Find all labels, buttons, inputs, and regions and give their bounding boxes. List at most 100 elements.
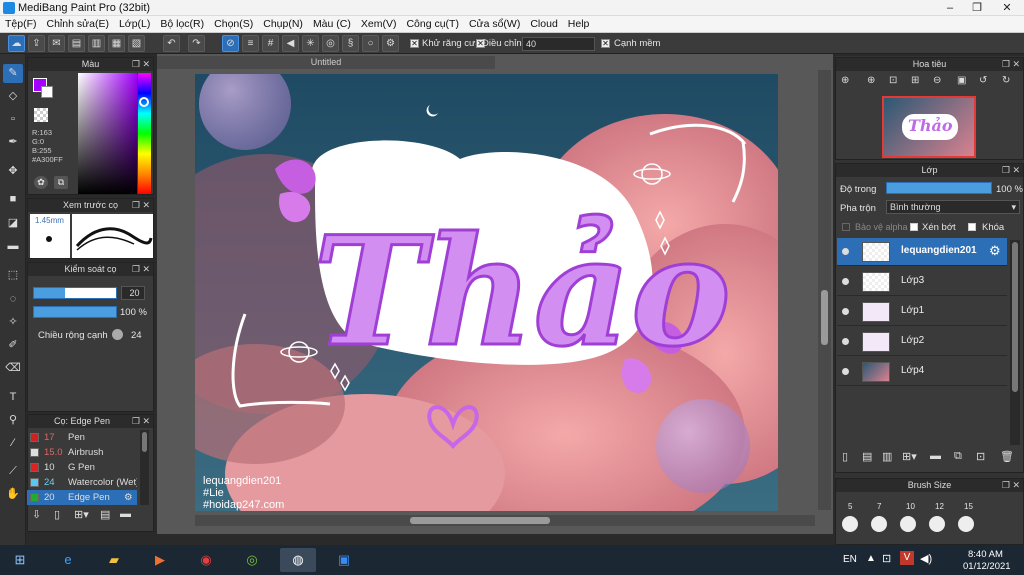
canvas-horizontal-scrollbar[interactable] xyxy=(195,515,815,526)
eye-icon[interactable] xyxy=(842,278,849,285)
gear-icon[interactable]: ⚙ xyxy=(989,243,1001,259)
snap-ellipse-icon[interactable]: ○ xyxy=(362,35,379,52)
eye-icon[interactable] xyxy=(842,308,849,315)
color-swap-icon[interactable]: ⧉ xyxy=(54,176,68,189)
antialias-checkbox[interactable]: ✕ xyxy=(410,39,419,48)
close-button[interactable]: ✕ xyxy=(992,0,1022,16)
actual-size-icon[interactable]: ⊞ xyxy=(911,75,919,86)
brush-item[interactable]: 24 Watercolor (Wet) xyxy=(27,475,137,490)
soft-edge-checkbox[interactable]: ✕ xyxy=(601,39,610,48)
zoom-reset-icon[interactable]: ⊖ xyxy=(933,75,941,86)
select-rect-icon[interactable]: ⬚ xyxy=(3,266,23,285)
transparent-swatch[interactable] xyxy=(34,108,48,122)
eye-icon[interactable] xyxy=(842,338,849,345)
panel-close-icon[interactable]: ❐ ✕ xyxy=(132,415,150,428)
menu-layer[interactable]: Lớp(L) xyxy=(114,16,155,33)
select-pen-icon[interactable]: ✐ xyxy=(3,336,23,355)
add-brush-icon[interactable]: ⊞▾ xyxy=(74,508,89,521)
brush-size-dot[interactable] xyxy=(929,516,945,532)
folder-icon[interactable]: ▬ xyxy=(930,450,941,462)
layer-row[interactable]: lequangdien201 ⚙ xyxy=(837,238,1007,266)
menu-help[interactable]: Help xyxy=(563,16,595,33)
coc-coc-icon[interactable]: ◎ xyxy=(234,548,270,572)
text-tool-icon[interactable]: T xyxy=(3,388,23,407)
redo-button[interactable]: ↷ xyxy=(188,35,205,52)
panel-close-icon[interactable]: ❐ ✕ xyxy=(1002,58,1020,71)
maximize-button[interactable]: ❐ xyxy=(962,0,992,16)
rotate-right-icon[interactable]: ↻ xyxy=(1002,75,1010,86)
menu-color[interactable]: Màu (C) xyxy=(308,16,356,33)
navigator-thumbnail[interactable]: Thảo xyxy=(882,96,976,158)
lasso-tool-icon[interactable]: ◌ xyxy=(3,290,23,309)
hand-tool-icon[interactable]: ✋ xyxy=(3,485,23,504)
move-tool-icon[interactable]: ✥ xyxy=(3,162,23,181)
volume-icon[interactable]: ◀) xyxy=(920,552,932,565)
select-eraser-icon[interactable]: ⌫ xyxy=(3,359,23,378)
undo-button[interactable]: ↶ xyxy=(163,35,180,52)
clock-date[interactable]: 01/12/2021 xyxy=(963,561,1011,572)
cloud-icon[interactable]: ☁ xyxy=(8,35,25,52)
new-brush-icon[interactable]: ▯ xyxy=(54,508,60,521)
document-tab[interactable]: Untitled xyxy=(157,56,495,69)
snap-settings-icon[interactable]: ⚙ xyxy=(382,35,399,52)
language-indicator[interactable]: EN xyxy=(843,554,857,565)
menu-select[interactable]: Chọn(S) xyxy=(209,16,258,33)
menu-cloud[interactable]: Cloud xyxy=(525,16,562,33)
start-button[interactable]: ⊞ xyxy=(2,548,38,572)
chrome-icon[interactable]: ◉ xyxy=(188,548,224,572)
unikey-icon[interactable]: V xyxy=(900,551,914,565)
layers-scrollbar[interactable] xyxy=(1010,240,1020,445)
menu-edit[interactable]: Chỉnh sửa(E) xyxy=(42,16,114,33)
folder-icon[interactable]: ▬ xyxy=(120,508,131,520)
shape-fill-icon[interactable]: ■ xyxy=(3,190,23,209)
panel-close-icon[interactable]: ❐ ✕ xyxy=(132,263,150,276)
panel-close-icon[interactable]: ❐ ✕ xyxy=(132,58,150,71)
rotate-left-icon[interactable]: ↺ xyxy=(979,75,987,86)
menu-snap[interactable]: Chụp(N) xyxy=(258,16,308,33)
eyedropper-icon[interactable]: ⁄ xyxy=(3,434,23,453)
media-player-icon[interactable]: ▶ xyxy=(142,548,178,572)
zoom-icon[interactable]: ▣ xyxy=(326,548,362,572)
eraser-tool-icon[interactable]: ◇ xyxy=(3,87,23,106)
snap-off-icon[interactable]: ⊘ xyxy=(222,35,239,52)
gear-icon[interactable]: ⚙ xyxy=(124,490,133,505)
brush-list-scrollbar[interactable] xyxy=(140,430,149,505)
brush-size-dot[interactable] xyxy=(842,516,858,532)
artwork-canvas[interactable]: Thảo lequangdien201 #Lie #hoidap247.com xyxy=(195,74,778,511)
pen-tool-icon[interactable]: ✒ xyxy=(3,133,23,152)
snap-curve-icon[interactable]: § xyxy=(342,35,359,52)
background-color-swatch[interactable] xyxy=(41,86,53,98)
panel-hand-icon[interactable]: ⟋ xyxy=(3,462,23,481)
brush-size-dot[interactable] xyxy=(871,516,887,532)
palette-icon[interactable]: ✿ xyxy=(34,176,48,189)
new-halftone-layer-icon[interactable]: ▤ xyxy=(862,450,872,463)
menu-filter[interactable]: Bộ lọc(R) xyxy=(155,16,209,33)
canvas-vertical-scrollbar[interactable] xyxy=(818,70,831,510)
settings-brush-icon[interactable]: ▤ xyxy=(100,508,110,521)
brush-size-dot[interactable] xyxy=(900,516,916,532)
menu-window[interactable]: Cửa sổ(W) xyxy=(464,16,525,33)
merge-icon[interactable]: ⊡ xyxy=(976,450,985,463)
medibang-icon[interactable]: ◍ xyxy=(280,548,316,572)
panel-close-icon[interactable]: ❐ ✕ xyxy=(132,199,150,212)
zoom-out-icon[interactable]: ⊡ xyxy=(889,75,897,86)
brush-item[interactable]: 15.0 Airbrush xyxy=(27,445,137,460)
hue-slider-handle[interactable] xyxy=(139,97,149,107)
page-icon[interactable]: ▤ xyxy=(68,35,85,52)
layer-row[interactable]: Lớp3 xyxy=(837,268,1007,296)
fit-window-icon[interactable]: ▣ xyxy=(957,75,966,86)
cloud-download-icon[interactable]: ⇩ xyxy=(32,508,41,521)
clipping-checkbox[interactable] xyxy=(910,223,918,231)
grid-icon[interactable]: ▦ xyxy=(108,35,125,52)
clock-time[interactable]: 8:40 AM xyxy=(968,549,1003,560)
layer-row[interactable]: Lớp4 xyxy=(837,358,1007,386)
chevron-up-icon[interactable]: ▲ xyxy=(866,553,876,564)
menu-tools[interactable]: Công cụ(T) xyxy=(401,16,464,33)
layer-opacity-slider[interactable] xyxy=(886,182,992,194)
layer-row[interactable]: Lớp1 xyxy=(837,298,1007,326)
operation-tool-icon[interactable]: ⚲ xyxy=(3,411,23,430)
menu-view[interactable]: Xem(V) xyxy=(356,16,402,33)
gradient-tool-icon[interactable]: ▬ xyxy=(3,237,23,256)
snap-cross-icon[interactable]: # xyxy=(262,35,279,52)
brush-item-selected[interactable]: 20 Edge Pen ⚙ xyxy=(27,490,137,505)
